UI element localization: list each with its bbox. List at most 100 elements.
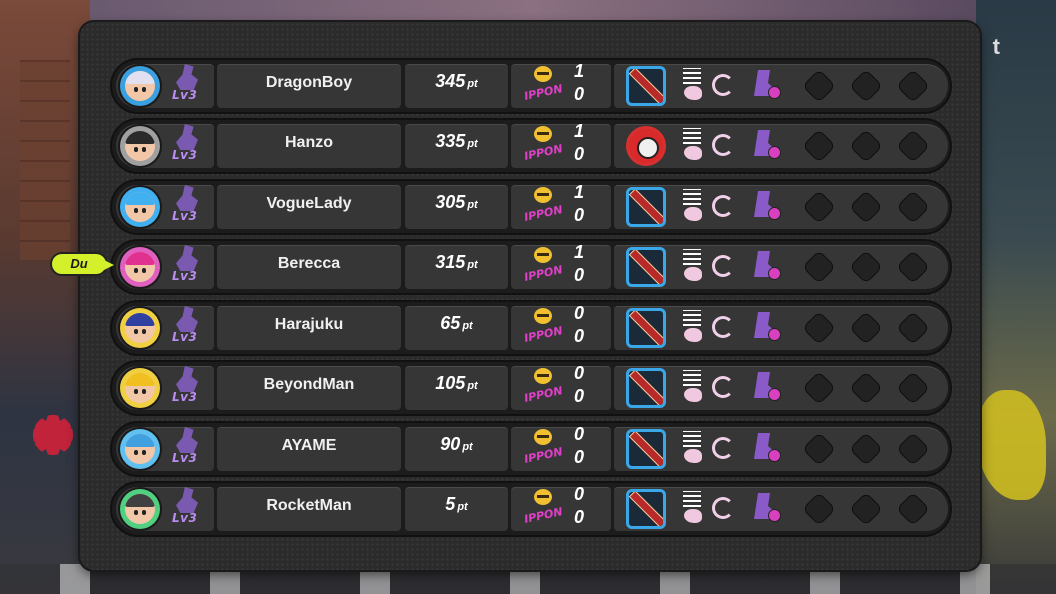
dash-skill-icon[interactable] bbox=[680, 491, 708, 527]
empty-item-slot[interactable] bbox=[849, 250, 883, 284]
empty-item-slot[interactable] bbox=[802, 311, 836, 345]
avatar-eye bbox=[134, 510, 138, 515]
avatar-face bbox=[125, 192, 155, 222]
avatar-face bbox=[125, 373, 155, 403]
dash-skill-icon[interactable] bbox=[680, 310, 708, 346]
avatar-eye bbox=[134, 147, 138, 152]
boot-skill-icon[interactable] bbox=[752, 370, 781, 406]
boot-skill-icon[interactable] bbox=[752, 68, 781, 104]
dash-skill-icon[interactable] bbox=[680, 189, 708, 225]
empty-item-slot[interactable] bbox=[896, 432, 930, 466]
tornado-skill-icon[interactable] bbox=[710, 128, 738, 164]
empty-item-slot[interactable] bbox=[896, 129, 930, 163]
sword-weapon-icon[interactable] bbox=[626, 429, 666, 469]
player-row[interactable]: Lv3 BeyondMan 105 pt IPPON 0 0 bbox=[110, 360, 952, 416]
player-row[interactable]: Lv3 Berecca 315 pt IPPON 1 0 bbox=[110, 239, 952, 295]
empty-item-slot[interactable] bbox=[896, 250, 930, 284]
ippon-badge: IPPON bbox=[523, 306, 564, 350]
empty-item-slot[interactable] bbox=[896, 190, 930, 224]
boot-skill-icon[interactable] bbox=[752, 491, 781, 527]
dash-skill-icon[interactable] bbox=[680, 68, 708, 104]
sword-weapon-icon[interactable] bbox=[626, 368, 666, 408]
ippon-badge: IPPON bbox=[523, 366, 564, 410]
empty-item-slot[interactable] bbox=[849, 432, 883, 466]
sword-weapon-icon[interactable] bbox=[626, 66, 666, 106]
rank-level: Lv3 bbox=[172, 148, 198, 162]
player-row[interactable]: Lv3 AYAME 90 pt IPPON 0 0 bbox=[110, 421, 952, 477]
dash-skill-icon[interactable] bbox=[680, 431, 708, 467]
empty-item-slot[interactable] bbox=[802, 69, 836, 103]
slot-diamond-icon bbox=[802, 432, 836, 466]
tornado-skill-icon[interactable] bbox=[710, 491, 738, 527]
avatar-face bbox=[125, 434, 155, 464]
boot-skill-icon[interactable] bbox=[752, 128, 781, 164]
ippon-bottom-score: 0 bbox=[573, 507, 584, 527]
empty-item-slot[interactable] bbox=[802, 190, 836, 224]
player-row[interactable]: Lv3 RocketMan 5 pt IPPON 0 0 bbox=[110, 481, 952, 537]
tornado-skill-icon[interactable] bbox=[710, 310, 738, 346]
empty-item-slot[interactable] bbox=[896, 371, 930, 405]
boot-skill-icon[interactable] bbox=[752, 189, 781, 225]
slot-diamond-icon bbox=[849, 250, 883, 284]
tornado-skill-icon[interactable] bbox=[710, 370, 738, 406]
ippon-top-score: 0 bbox=[573, 424, 584, 444]
player-points: 105 pt bbox=[405, 373, 508, 394]
rank-level: Lv3 bbox=[172, 330, 198, 344]
player-row[interactable]: Lv3 Hanzo 335 pt IPPON 1 0 bbox=[110, 118, 952, 174]
ninja-rank-icon bbox=[176, 64, 198, 90]
avatar-eye bbox=[142, 208, 146, 213]
empty-item-slot[interactable] bbox=[849, 492, 883, 526]
player-name: BeyondMan bbox=[263, 376, 355, 393]
empty-item-slot[interactable] bbox=[849, 69, 883, 103]
ninja-rank-icon bbox=[176, 185, 198, 211]
boot-skill-icon[interactable] bbox=[752, 431, 781, 467]
empty-item-slot[interactable] bbox=[896, 69, 930, 103]
ninja-rank-icon bbox=[176, 124, 198, 150]
points-value: 305 bbox=[435, 192, 466, 212]
slot-diamond-icon bbox=[802, 190, 836, 224]
dash-skill-icon[interactable] bbox=[680, 249, 708, 285]
empty-item-slot[interactable] bbox=[849, 190, 883, 224]
player-points: 315 pt bbox=[405, 252, 508, 273]
tornado-skill-icon[interactable] bbox=[710, 68, 738, 104]
tornado-skill-icon[interactable] bbox=[710, 249, 738, 285]
boot-badge bbox=[768, 388, 781, 401]
ippon-bottom-score: 0 bbox=[573, 205, 584, 225]
empty-item-slot[interactable] bbox=[849, 311, 883, 345]
weapon-blade bbox=[629, 492, 663, 526]
ippon-face-icon bbox=[534, 368, 552, 384]
slot-diamond-icon bbox=[802, 371, 836, 405]
dash-skill-icon[interactable] bbox=[680, 370, 708, 406]
empty-item-slot[interactable] bbox=[896, 311, 930, 345]
empty-item-slot[interactable] bbox=[802, 371, 836, 405]
sword-weapon-icon[interactable] bbox=[626, 187, 666, 227]
sword-weapon-icon[interactable] bbox=[626, 247, 666, 287]
avatar-hair bbox=[125, 494, 155, 507]
player-row[interactable]: Lv3 DragonBoy 345 pt IPPON 1 0 bbox=[110, 58, 952, 114]
avatar-face bbox=[125, 494, 155, 524]
empty-item-slot[interactable] bbox=[802, 129, 836, 163]
tornado-skill-icon[interactable] bbox=[710, 431, 738, 467]
empty-item-slot[interactable] bbox=[849, 371, 883, 405]
tornado-skill-icon[interactable] bbox=[710, 189, 738, 225]
boot-skill-icon[interactable] bbox=[752, 249, 781, 285]
player-row[interactable]: Lv3 Harajuku 65 pt IPPON 0 0 bbox=[110, 300, 952, 356]
dash-skill-icon[interactable] bbox=[680, 128, 708, 164]
ninja-rank-icon bbox=[176, 245, 198, 271]
ippon-label: IPPON bbox=[523, 203, 564, 224]
sword-weapon-icon[interactable] bbox=[626, 489, 666, 529]
ippon-top-score: 1 bbox=[573, 61, 584, 81]
player-avatar bbox=[120, 247, 160, 287]
boot-badge bbox=[768, 267, 781, 280]
player-row[interactable]: Lv3 VogueLady 305 pt IPPON 1 0 bbox=[110, 179, 952, 235]
sword-weapon-icon[interactable] bbox=[626, 308, 666, 348]
points-value: 5 bbox=[445, 494, 456, 514]
empty-item-slot[interactable] bbox=[849, 129, 883, 163]
ippon-label: IPPON bbox=[523, 445, 564, 466]
empty-item-slot[interactable] bbox=[802, 432, 836, 466]
empty-item-slot[interactable] bbox=[802, 250, 836, 284]
empty-item-slot[interactable] bbox=[802, 492, 836, 526]
disc-weapon-icon[interactable] bbox=[626, 126, 666, 166]
empty-item-slot[interactable] bbox=[896, 492, 930, 526]
boot-skill-icon[interactable] bbox=[752, 310, 781, 346]
